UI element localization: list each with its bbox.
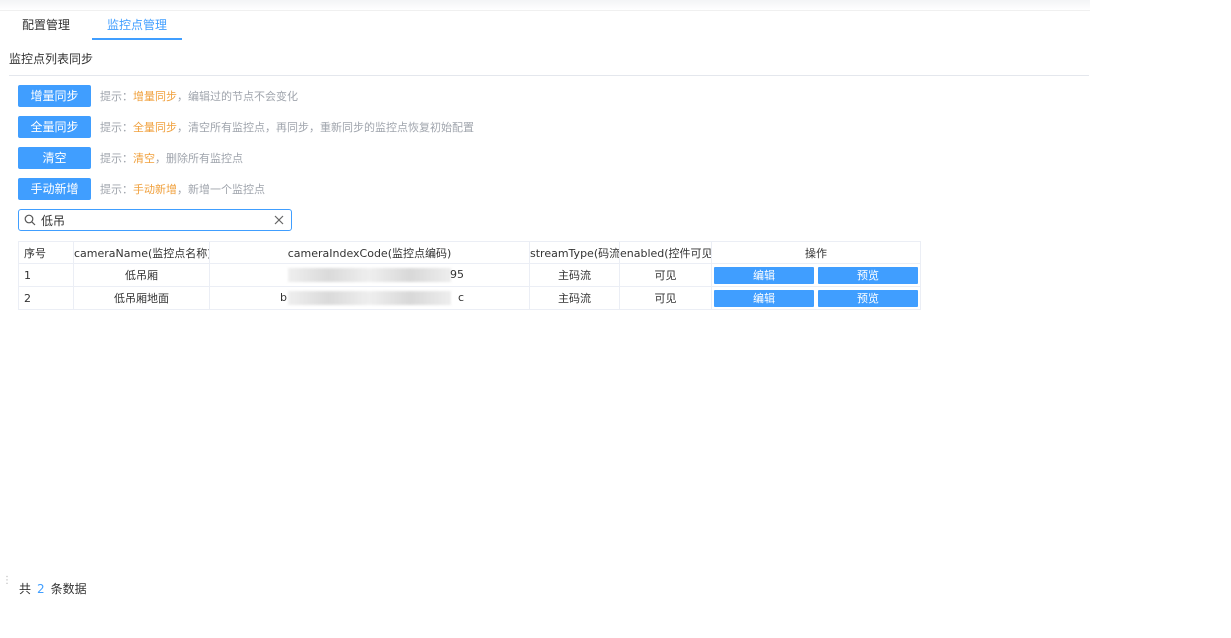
hint-highlight: 增量同步 — [133, 90, 177, 103]
camera-name-cell: 低吊厢 — [73, 263, 210, 287]
hint-prefix: 提示： — [100, 90, 133, 103]
camera-code-start: b — [280, 291, 287, 304]
full-sync-hint: 提示：全量同步，清空所有监控点，再同步，重新同步的监控点恢复初始配置 — [100, 119, 474, 135]
section-divider — [9, 75, 1089, 76]
operations-group: 编辑 预览 — [713, 266, 920, 284]
record-count-suffix: 条数据 — [50, 582, 87, 596]
hint-suffix: ，新增一个监控点 — [177, 183, 265, 196]
table-header-row: 序号 cameraName(监控点名称) cameraIndexCode(监控点… — [18, 241, 921, 264]
search-input[interactable] — [41, 212, 261, 228]
camera-code-end: 95 — [450, 268, 464, 281]
hint-highlight: 清空 — [133, 152, 155, 165]
stream-type-cell: 主码流 — [529, 286, 620, 310]
tab-config-management[interactable]: 配置管理 — [10, 12, 82, 38]
row-index: 2 — [18, 286, 74, 310]
enabled-cell: 可见 — [619, 286, 712, 310]
preview-button[interactable]: 预览 — [818, 266, 918, 284]
manual-add-button[interactable]: 手动新增 — [18, 178, 91, 200]
redacted-camera-code — [288, 268, 451, 282]
clear-row: 清空 提示：清空，删除所有监控点 — [18, 147, 243, 169]
hint-prefix: 提示： — [100, 121, 133, 134]
camera-index-code-cell: b c — [209, 286, 530, 310]
close-icon[interactable] — [273, 214, 285, 226]
drag-handle-icon[interactable]: ⋮ — [2, 576, 12, 586]
camera-code-end: c — [457, 291, 464, 304]
camera-index-code-header: cameraIndexCode(监控点编码) — [209, 241, 530, 264]
monitor-management-page: 配置管理 监控点管理 监控点列表同步 增量同步 提示：增量同步，编辑过的节点不会… — [0, 0, 1231, 638]
clear-button[interactable]: 清空 — [18, 147, 91, 169]
full-sync-button[interactable]: 全量同步 — [18, 116, 91, 138]
top-shadow — [0, 0, 1090, 11]
hint-suffix: ，清空所有监控点，再同步，重新同步的监控点恢复初始配置 — [177, 121, 474, 134]
hint-suffix: ，删除所有监控点 — [155, 152, 243, 165]
search-box — [18, 209, 292, 231]
incremental-sync-hint: 提示：增量同步，编辑过的节点不会变化 — [100, 88, 298, 104]
monitor-point-table: 序号 cameraName(监控点名称) cameraIndexCode(监控点… — [18, 241, 921, 310]
actions-header: 操作 — [711, 241, 921, 264]
management-tabs: 配置管理 监控点管理 — [0, 12, 1090, 40]
camera-name-cell: 低吊厢地面 — [73, 286, 210, 310]
enabled-cell: 可见 — [619, 263, 712, 287]
section-title: 监控点列表同步 — [9, 52, 94, 66]
record-count: 共 2 条数据 — [19, 580, 87, 597]
operations-cell: 编辑 预览 — [711, 286, 921, 310]
record-count-number: 2 — [37, 582, 45, 596]
operations-cell: 编辑 预览 — [711, 263, 921, 287]
hint-highlight: 手动新增 — [133, 183, 177, 196]
blurred-camera-code: 95 — [211, 265, 529, 286]
index-header: 序号 — [18, 241, 74, 264]
incremental-sync-row: 增量同步 提示：增量同步，编辑过的节点不会变化 — [18, 85, 298, 107]
stream-type-header: streamType(码流) — [529, 241, 620, 264]
hint-highlight: 全量同步 — [133, 121, 177, 134]
incremental-sync-button[interactable]: 增量同步 — [18, 85, 91, 107]
search-icon — [24, 214, 36, 226]
edit-button[interactable]: 编辑 — [714, 266, 814, 284]
redacted-camera-code — [288, 291, 451, 305]
stream-type-cell: 主码流 — [529, 263, 620, 287]
hint-prefix: 提示： — [100, 183, 133, 196]
hint-prefix: 提示： — [100, 152, 133, 165]
manual-add-row: 手动新增 提示：手动新增，新增一个监控点 — [18, 178, 265, 200]
row-index: 1 — [18, 263, 74, 287]
operations-group: 编辑 预览 — [713, 289, 920, 307]
preview-button[interactable]: 预览 — [818, 289, 918, 307]
manual-add-hint: 提示：手动新增，新增一个监控点 — [100, 181, 265, 197]
edit-button[interactable]: 编辑 — [714, 289, 814, 307]
full-sync-row: 全量同步 提示：全量同步，清空所有监控点，再同步，重新同步的监控点恢复初始配置 — [18, 116, 474, 138]
hint-suffix: ，编辑过的节点不会变化 — [177, 90, 298, 103]
blurred-camera-code: b c — [211, 288, 529, 309]
table-row: 1 低吊厢 95 主码流 可见 编辑 预览 — [18, 263, 921, 287]
record-count-prefix: 共 — [19, 582, 32, 596]
table-row: 2 低吊厢地面 b c 主码流 可见 编辑 预览 — [18, 286, 921, 310]
camera-index-code-cell: 95 — [209, 263, 530, 287]
clear-hint: 提示：清空，删除所有监控点 — [100, 150, 243, 166]
tab-monitor-point-management[interactable]: 监控点管理 — [92, 12, 182, 40]
enabled-header: enabled(控件可见) — [619, 241, 712, 264]
camera-name-header: cameraName(监控点名称) — [73, 241, 210, 264]
